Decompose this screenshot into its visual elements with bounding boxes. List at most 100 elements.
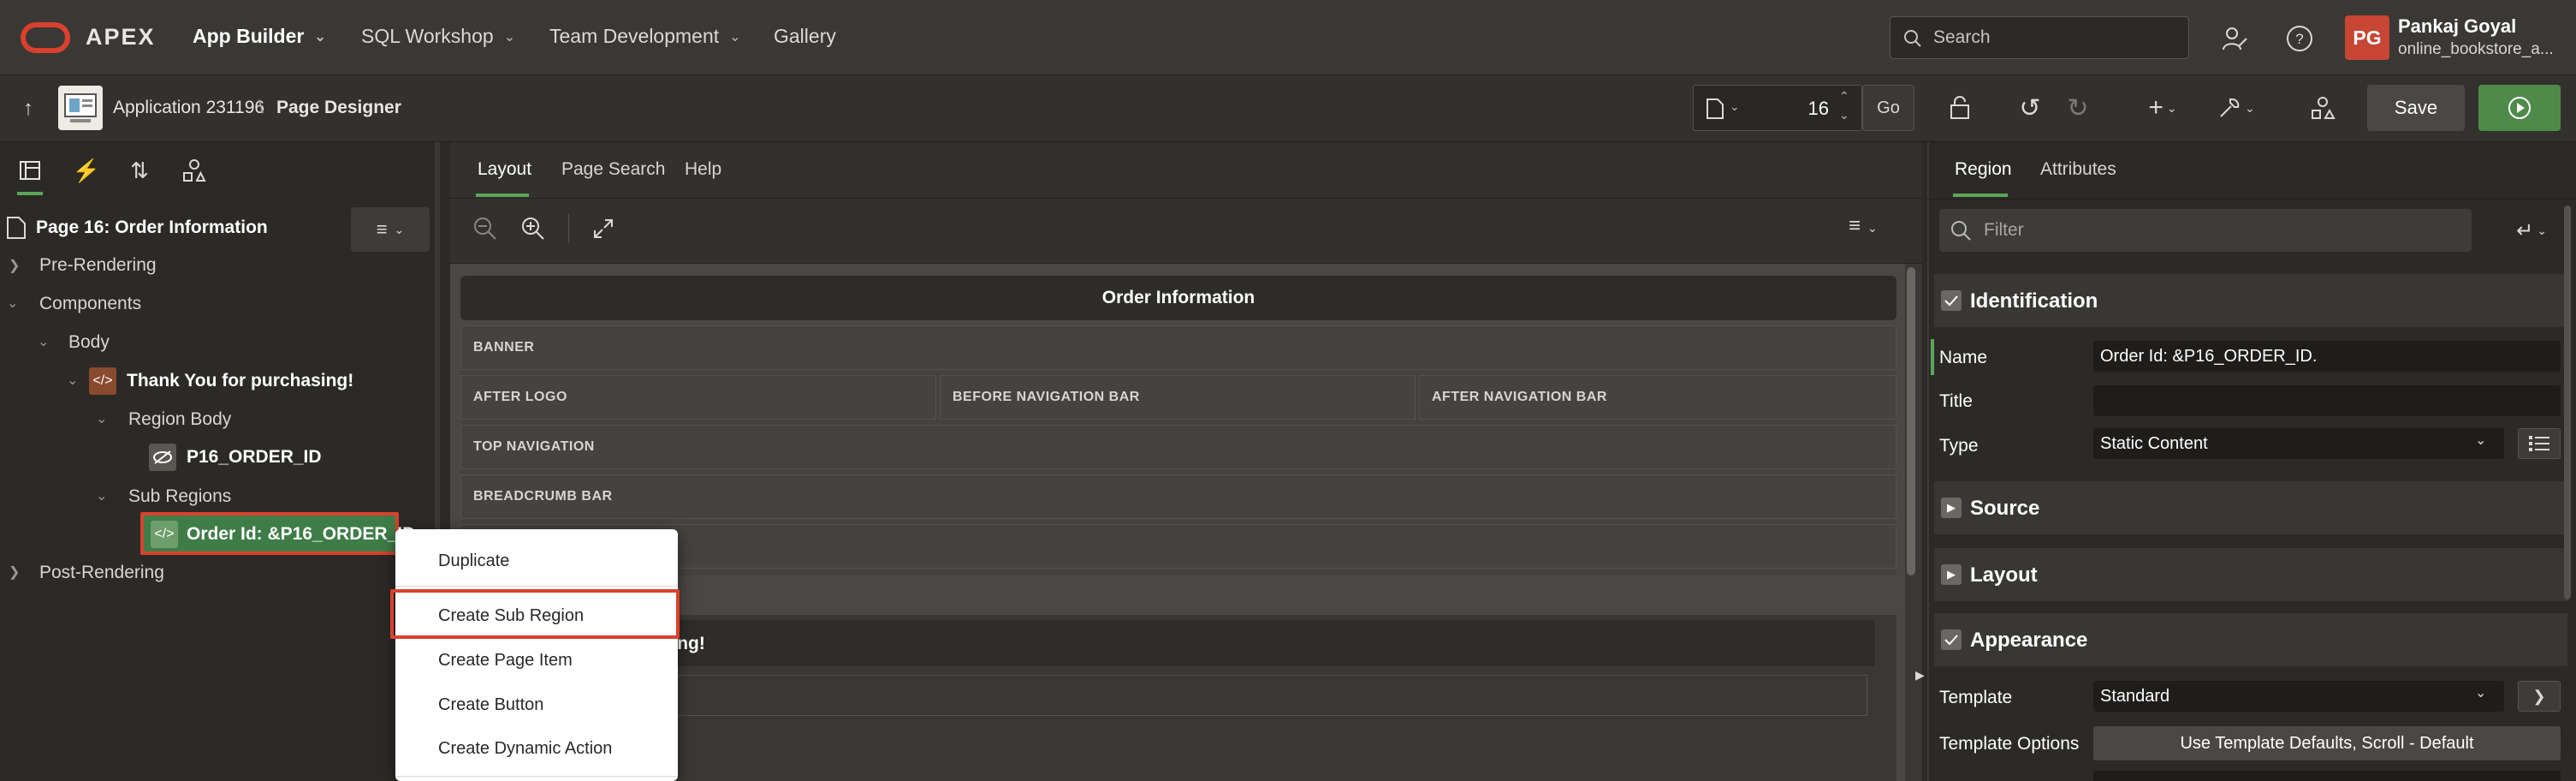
save-button[interactable]: Save (2367, 85, 2465, 131)
tab-attributes[interactable]: Attributes (2040, 159, 2116, 180)
redo-icon[interactable]: ↻ (2063, 92, 2093, 123)
menu-item-create-page-item[interactable]: Create Page Item (438, 651, 573, 671)
list-details-icon[interactable] (2518, 428, 2561, 459)
chevron-right-icon[interactable]: ❯ (9, 257, 20, 274)
chevron-down-icon[interactable]: ⌄ (96, 487, 107, 504)
section-title: Source (1970, 497, 2040, 520)
template-options-label: Template Options (1939, 734, 2080, 754)
administration-icon[interactable] (2217, 21, 2253, 57)
slot-top-navigation[interactable]: TOP NAVIGATION (460, 425, 1896, 469)
scrollbar-thumb[interactable] (2564, 206, 2571, 599)
type-label: Type (1939, 436, 1979, 456)
page-number-input[interactable]: 16 (1795, 98, 1829, 120)
template-options-button[interactable]: Use Template Defaults, Scroll - Default (2093, 726, 2561, 760)
chevron-right-icon[interactable]: ❯ (2518, 681, 2561, 712)
user-workspace-app[interactable]: online_bookstore_a... (2398, 40, 2569, 59)
zoom-in-icon[interactable] (520, 216, 546, 241)
tree-node-order-id-region[interactable]: Order Id: &P16_ORDER_ID. (187, 524, 420, 545)
slot-banner[interactable]: BANNER (460, 325, 1896, 370)
shared-components-icon[interactable] (2307, 92, 2338, 123)
zoom-out-icon[interactable] (472, 216, 498, 241)
splitter-arrow-icon[interactable]: ▶ (1915, 668, 1925, 683)
section-title: Appearance (1970, 629, 2088, 652)
menu-item-create-sub-region[interactable]: Create Sub Region (438, 606, 584, 626)
chevron-down-icon[interactable]: ⌄ (7, 295, 18, 312)
go-button[interactable]: Go (1862, 85, 1914, 131)
page-title[interactable]: Page 16: Order Information (36, 218, 268, 238)
increment-icon[interactable]: ⌃ (1839, 89, 1849, 104)
chevron-down-icon: ⌄ (503, 29, 516, 45)
title-label: Title (1939, 391, 1973, 411)
slot-after-navigation-bar[interactable]: AFTER NAVIGATION BAR (1419, 375, 1896, 420)
undo-icon[interactable]: ↺ (2015, 92, 2045, 123)
tree-node-region-body[interactable]: Region Body (128, 409, 231, 430)
title-field[interactable] (2093, 385, 2561, 416)
apex-brand[interactable]: APEX (86, 24, 156, 51)
rendering-tree-icon[interactable] (17, 158, 43, 183)
slot-breadcrumb-bar[interactable]: BREADCRUMB BAR (460, 474, 1896, 519)
tab-page-search[interactable]: Page Search (561, 159, 665, 180)
chevron-down-icon[interactable]: ⌄ (38, 333, 49, 350)
nav-team-development[interactable]: Team Development ⌄ (549, 25, 741, 48)
application-icon[interactable] (58, 86, 103, 130)
go-to-group-icon[interactable]: ↵ ⌄ (2508, 216, 2555, 245)
page-header-region[interactable]: Order Information (460, 276, 1896, 320)
decrement-icon[interactable]: ⌄ (1839, 108, 1849, 122)
nav-app-builder[interactable]: App Builder ⌄ (193, 25, 326, 48)
chevron-down-icon[interactable]: ⌄ (96, 410, 107, 427)
oracle-logo-icon[interactable] (21, 22, 70, 53)
menu-item-create-button[interactable]: Create Button (438, 695, 543, 715)
run-page-button[interactable] (2478, 85, 2561, 131)
search-icon (1951, 221, 1971, 241)
collapse-checkmark-icon (1941, 629, 1962, 650)
tree-node-components[interactable]: Components (39, 294, 141, 314)
tree-node-thank-you-region[interactable]: Thank You for purchasing! (127, 371, 353, 391)
tree-node-body[interactable]: Body (68, 332, 110, 353)
processing-icon[interactable]: ⇅ (127, 158, 152, 183)
expand-icon[interactable] (592, 218, 614, 240)
avatar[interactable]: PG (2345, 15, 2389, 60)
dynamic-actions-icon[interactable]: ⚡ (73, 158, 100, 183)
scrollbar-thumb[interactable] (1907, 267, 1915, 575)
template-label: Template (1939, 688, 2013, 707)
nav-sql-workshop[interactable]: SQL Workshop ⌄ (361, 25, 515, 48)
breadcrumb-page-designer: Page Designer (276, 98, 401, 117)
template-select[interactable]: Standard ⌄ (2093, 681, 2504, 712)
required-indicator (1931, 339, 1934, 375)
filter-input[interactable]: Filter (1939, 209, 2472, 252)
search-input[interactable]: Search (1890, 16, 2189, 59)
breadcrumb-application[interactable]: Application 231196 (113, 98, 264, 118)
tab-help[interactable]: Help (685, 159, 721, 180)
tree-node-p16-order-id[interactable]: P16_ORDER_ID (187, 447, 322, 468)
tree-menu-button[interactable]: ≡ ⌄ (351, 207, 430, 252)
layout-menu-icon[interactable]: ≡ ⌄ (1849, 214, 1878, 238)
help-icon[interactable]: ? (2282, 21, 2318, 57)
arrow-up-icon[interactable]: ↑ (14, 96, 43, 122)
chevron-right-icon[interactable]: ❯ (9, 563, 20, 581)
create-menu-icon[interactable]: + ⌄ (2140, 92, 2186, 123)
tree-node-sub-regions[interactable]: Sub Regions (128, 486, 231, 507)
page-number-selector[interactable]: ⌄ 16 ⌃ ⌄ (1693, 85, 1862, 131)
next-field[interactable] (2093, 771, 2561, 781)
region-body-slot[interactable] (479, 675, 1867, 716)
menu-item-create-dynamic-action[interactable]: Create Dynamic Action (438, 739, 612, 759)
tree-node-pre-rendering[interactable]: Pre-Rendering (39, 255, 157, 276)
menu-item-duplicate[interactable]: Duplicate (438, 551, 509, 571)
slot-after-logo[interactable]: AFTER LOGO (460, 375, 936, 420)
user-name[interactable]: Pankaj Goyal (2398, 15, 2516, 38)
type-select[interactable]: Static Content ⌄ (2093, 428, 2504, 459)
chevron-down-icon: ⌄ (2475, 686, 2487, 701)
page-shared-components-icon[interactable] (181, 158, 207, 183)
utilities-wrench-icon[interactable]: ⌄ (2213, 92, 2259, 123)
lock-page-icon[interactable] (1944, 92, 1975, 123)
slot-before-navigation-bar[interactable]: BEFORE NAVIGATION BAR (940, 375, 1416, 420)
expand-arrow-icon: ▶ (1941, 498, 1962, 518)
tab-layout[interactable]: Layout (478, 159, 531, 180)
section-title: Layout (1970, 563, 2038, 587)
name-field[interactable]: Order Id: &P16_ORDER_ID. (2093, 341, 2561, 372)
chevron-down-icon[interactable]: ⌄ (67, 372, 78, 389)
tab-region[interactable]: Region (1955, 159, 2012, 180)
nav-label: SQL Workshop (361, 25, 494, 47)
nav-gallery[interactable]: Gallery (774, 25, 836, 48)
tree-node-post-rendering[interactable]: Post-Rendering (39, 563, 164, 583)
